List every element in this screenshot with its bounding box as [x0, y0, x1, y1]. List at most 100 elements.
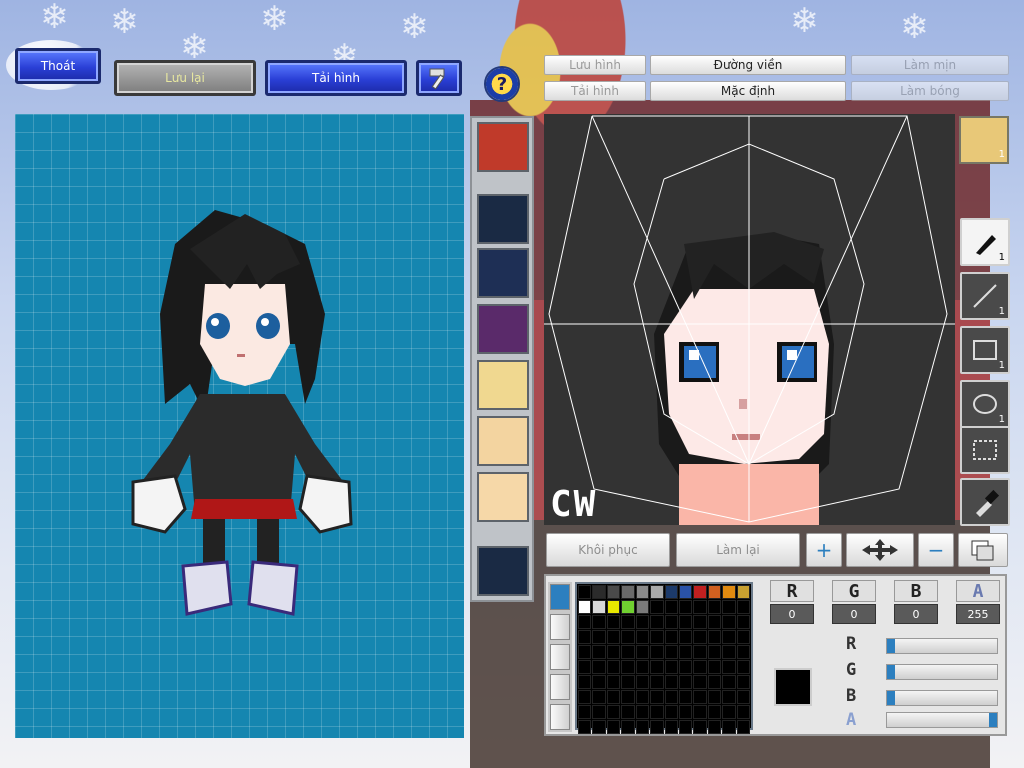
color-swatch[interactable]: [578, 615, 592, 629]
color-swatch[interactable]: [578, 675, 592, 689]
color-swatch[interactable]: [707, 705, 722, 719]
move-button[interactable]: [846, 533, 914, 567]
color-swatch[interactable]: [578, 705, 592, 719]
color-swatch[interactable]: [678, 630, 693, 644]
color-swatch[interactable]: [606, 585, 621, 599]
color-swatch[interactable]: [722, 660, 736, 674]
color-swatch[interactable]: [707, 645, 722, 659]
color-swatch[interactable]: [722, 720, 736, 734]
color-swatch[interactable]: [650, 615, 664, 629]
part-slot-empty[interactable]: [477, 194, 529, 244]
color-swatch[interactable]: [693, 645, 707, 659]
rect-tool[interactable]: 1: [960, 326, 1010, 374]
color-swatch[interactable]: [592, 630, 606, 644]
color-swatch[interactable]: [693, 675, 707, 689]
pixel-editor-canvas[interactable]: CW: [544, 114, 955, 525]
color-swatch[interactable]: [606, 720, 621, 734]
color-swatch[interactable]: [736, 600, 750, 614]
color-swatch[interactable]: [592, 675, 606, 689]
slider-knob[interactable]: [989, 713, 997, 727]
color-swatch[interactable]: [635, 615, 650, 629]
reload-image-button[interactable]: Tải hình: [265, 60, 407, 96]
part-slot-helmet[interactable]: [477, 248, 529, 298]
color-swatch[interactable]: [592, 645, 606, 659]
color-swatch[interactable]: [578, 630, 592, 644]
palette-tab[interactable]: [550, 584, 570, 610]
slider-knob[interactable]: [887, 639, 895, 653]
color-swatch[interactable]: [707, 585, 722, 599]
color-swatch[interactable]: [592, 690, 606, 704]
slider-b[interactable]: [886, 690, 998, 706]
color-swatch[interactable]: [592, 720, 606, 734]
color-swatch[interactable]: [707, 600, 722, 614]
layer-button[interactable]: [958, 533, 1008, 567]
color-swatch[interactable]: [621, 690, 635, 704]
color-swatch[interactable]: [606, 615, 621, 629]
part-slot-empty[interactable]: [477, 546, 529, 596]
color-swatch[interactable]: [722, 585, 736, 599]
redo-button[interactable]: Làm lại: [676, 533, 800, 567]
color-swatch[interactable]: [578, 720, 592, 734]
slider-a[interactable]: [886, 712, 998, 728]
color-swatch[interactable]: [664, 690, 678, 704]
color-swatch[interactable]: [635, 630, 650, 644]
color-swatch[interactable]: [693, 615, 707, 629]
color-swatch[interactable]: [722, 600, 736, 614]
color-swatch[interactable]: [678, 675, 693, 689]
color-swatch[interactable]: [592, 660, 606, 674]
color-swatch[interactable]: [635, 600, 650, 614]
color-swatch[interactable]: [650, 630, 664, 644]
color-swatch[interactable]: [621, 720, 635, 734]
zoom-in-button[interactable]: +: [806, 533, 842, 567]
color-swatch[interactable]: [707, 660, 722, 674]
color-swatch[interactable]: [707, 690, 722, 704]
color-swatch[interactable]: [736, 645, 750, 659]
color-swatch[interactable]: [722, 615, 736, 629]
color-swatch[interactable]: [621, 585, 635, 599]
color-swatch[interactable]: [592, 705, 606, 719]
color-swatch[interactable]: [693, 585, 707, 599]
color-swatch[interactable]: [707, 630, 722, 644]
color-swatch[interactable]: [736, 660, 750, 674]
eyedropper-tool[interactable]: [960, 478, 1010, 526]
color-swatch[interactable]: [621, 660, 635, 674]
color-swatch[interactable]: [621, 675, 635, 689]
color-swatch[interactable]: [650, 720, 664, 734]
line-tool[interactable]: 1: [960, 272, 1010, 320]
slider-g[interactable]: [886, 664, 998, 680]
palette-tab[interactable]: [550, 704, 570, 730]
color-swatch[interactable]: [707, 720, 722, 734]
color-swatch[interactable]: [650, 600, 664, 614]
exit-button[interactable]: Thoát: [15, 48, 101, 84]
color-swatch[interactable]: [736, 675, 750, 689]
color-swatch[interactable]: [707, 675, 722, 689]
color-swatch[interactable]: [722, 675, 736, 689]
color-swatch[interactable]: [606, 660, 621, 674]
color-swatch[interactable]: [736, 585, 750, 599]
color-swatch[interactable]: [693, 705, 707, 719]
color-swatch[interactable]: [578, 660, 592, 674]
channel-r-value[interactable]: 0: [770, 604, 814, 624]
color-swatch[interactable]: [606, 645, 621, 659]
color-swatch[interactable]: [736, 615, 750, 629]
channel-a-value[interactable]: 255: [956, 604, 1000, 624]
color-swatch[interactable]: [606, 675, 621, 689]
color-swatch[interactable]: [722, 705, 736, 719]
color-swatch[interactable]: [650, 690, 664, 704]
color-swatch[interactable]: [635, 675, 650, 689]
color-swatch[interactable]: [606, 705, 621, 719]
color-swatch[interactable]: [707, 615, 722, 629]
save-button[interactable]: Lưu lại: [114, 60, 256, 96]
color-swatch[interactable]: [592, 585, 606, 599]
smooth-button[interactable]: Làm mịn: [851, 55, 1009, 75]
shade-button[interactable]: Làm bóng: [851, 81, 1009, 101]
slider-knob[interactable]: [887, 691, 895, 705]
color-swatch[interactable]: [578, 600, 592, 614]
color-swatch[interactable]: [693, 690, 707, 704]
color-swatch[interactable]: [693, 660, 707, 674]
default-button[interactable]: Mặc định: [650, 81, 846, 101]
color-swatch[interactable]: [635, 705, 650, 719]
color-swatch[interactable]: [650, 705, 664, 719]
color-swatch[interactable]: [664, 615, 678, 629]
color-swatch[interactable]: [606, 690, 621, 704]
